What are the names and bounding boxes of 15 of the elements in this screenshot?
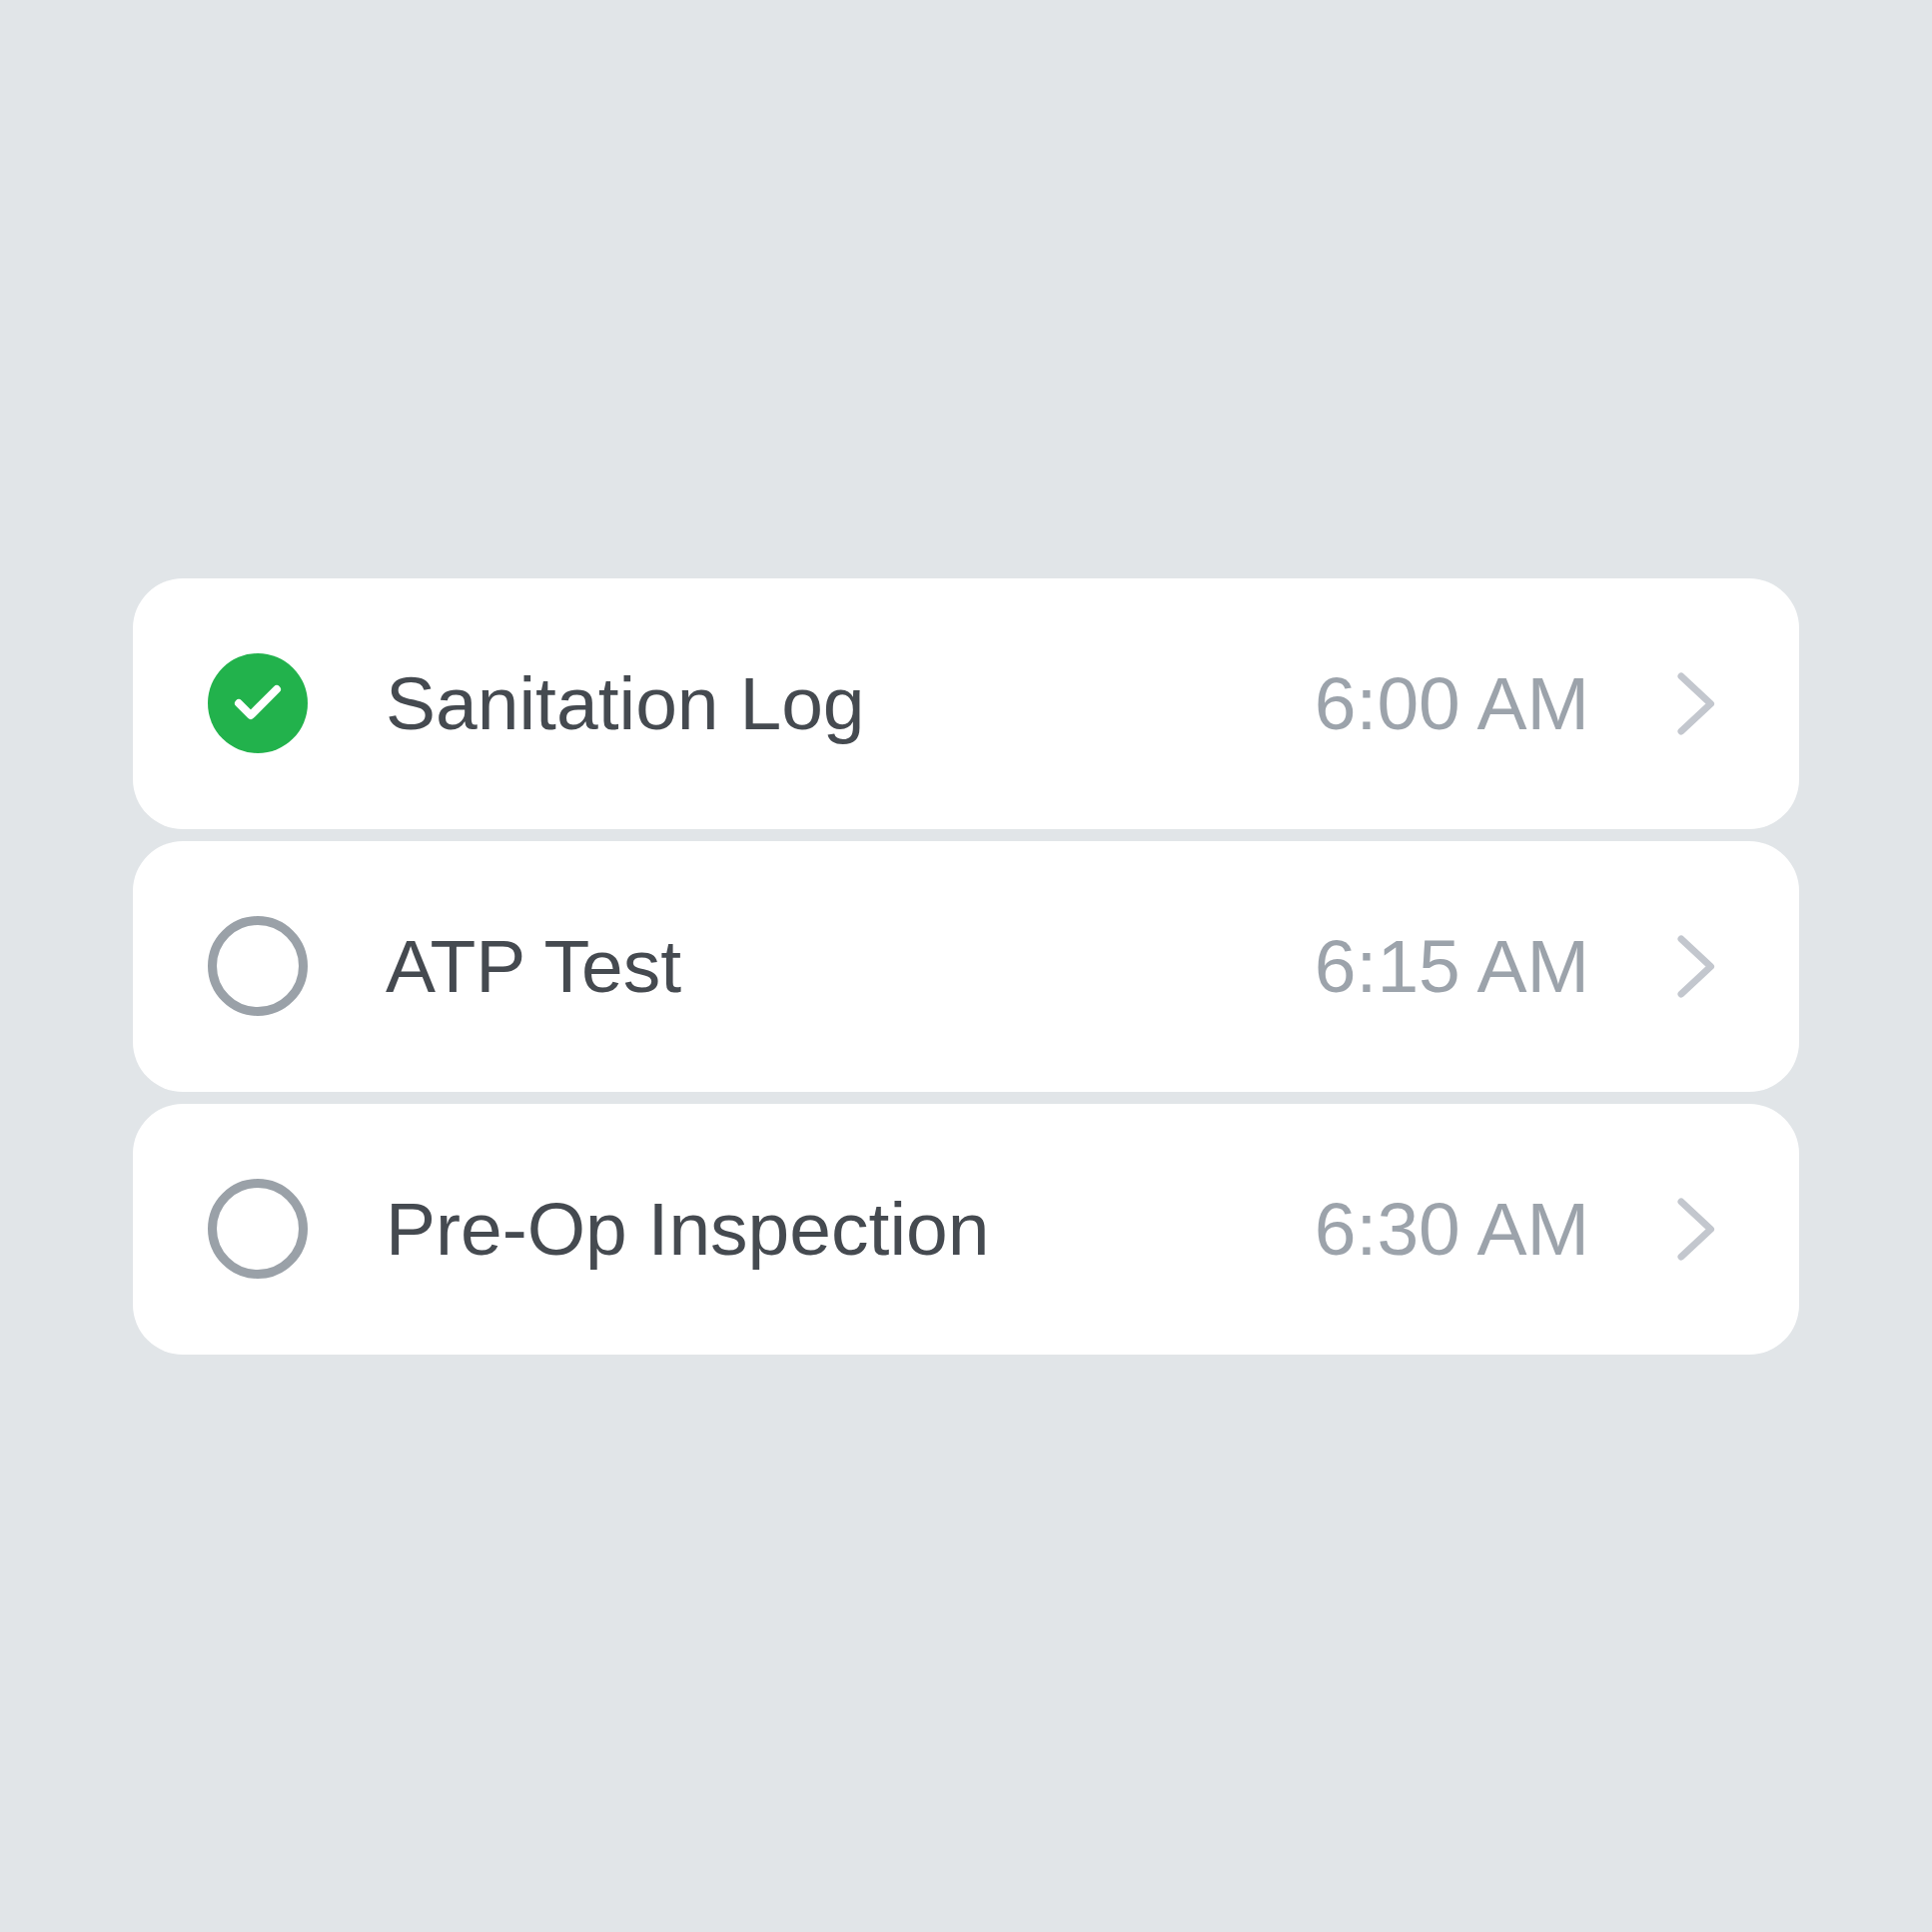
chevron-right-icon	[1677, 671, 1715, 735]
task-title: Sanitation Log	[386, 660, 866, 747]
task-title: Pre-Op Inspection	[386, 1186, 991, 1273]
task-row[interactable]: ATP Test 6:15 AM	[133, 840, 1799, 1092]
task-title: ATP Test	[386, 923, 682, 1010]
checkmark-circle-icon[interactable]	[208, 653, 308, 753]
task-row[interactable]: Pre-Op Inspection 6:30 AM	[133, 1103, 1799, 1355]
task-time: 6:15 AM	[1314, 923, 1589, 1010]
empty-circle-icon[interactable]	[208, 916, 308, 1016]
task-time: 6:00 AM	[1314, 660, 1589, 747]
chevron-right-icon	[1677, 934, 1715, 998]
task-time: 6:30 AM	[1314, 1186, 1589, 1273]
chevron-right-icon	[1677, 1197, 1715, 1261]
task-row[interactable]: Sanitation Log 6:00 AM	[133, 577, 1799, 829]
empty-circle-icon[interactable]	[208, 1179, 308, 1279]
